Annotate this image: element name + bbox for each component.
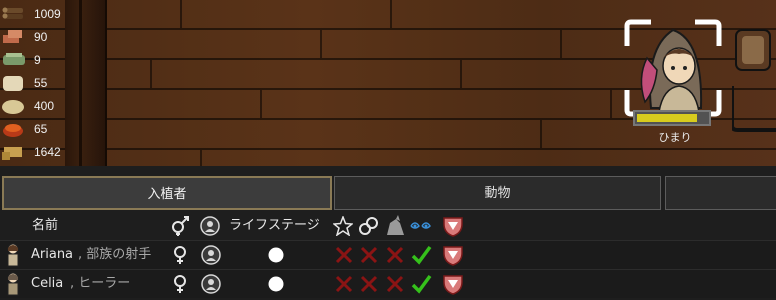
female-icon [172, 245, 188, 269]
eyes-icon[interactable] [410, 218, 432, 238]
rings-icon[interactable] [358, 216, 380, 240]
colonist-avatar[interactable] [5, 243, 21, 271]
resource-count: 65 [34, 121, 48, 136]
cross-icon[interactable] [385, 245, 405, 269]
resource-row[interactable]: 9 [0, 48, 70, 71]
cloth-icon [0, 73, 28, 93]
silver-icon [0, 50, 28, 70]
female-icon [172, 274, 188, 298]
shield-icon[interactable] [442, 244, 464, 270]
steel-icon [0, 27, 28, 47]
main-tab-bar: 入植者 動物 [0, 176, 776, 212]
tab-animals[interactable]: 動物 [334, 176, 661, 210]
star-icon[interactable] [332, 214, 354, 240]
check-icon[interactable] [410, 273, 432, 299]
adult-stage-icon[interactable] [268, 276, 284, 296]
resource-row[interactable]: 1009 [0, 2, 70, 25]
resource-count: 400 [34, 98, 55, 113]
cross-icon[interactable] [359, 274, 379, 298]
pemmican-icon [0, 142, 28, 162]
cross-icon[interactable] [334, 274, 354, 298]
name-column-header[interactable]: 名前 [32, 212, 58, 240]
table-row[interactable]: Celia , ヒーラー [0, 269, 776, 298]
colonist-title: , ヒーラー [70, 276, 131, 291]
tab-colonists[interactable]: 入植者 [2, 176, 332, 210]
animal-bond-icon[interactable] [384, 215, 406, 241]
resource-count: 55 [34, 75, 48, 90]
shield-icon[interactable] [442, 273, 464, 299]
table-row[interactable]: Ariana , 部族の射手 [0, 240, 776, 269]
colonist-title: , 部族の射手 [78, 247, 152, 262]
resource-row[interactable]: 90 [0, 25, 70, 48]
pawn-name-label[interactable]: ひまり [640, 129, 710, 145]
resource-count: 1009 [34, 6, 61, 21]
portrait-icon[interactable] [200, 216, 220, 240]
colonist-avatar[interactable] [5, 272, 21, 300]
resource-row[interactable]: 1642 [0, 140, 70, 163]
cross-icon[interactable] [334, 245, 354, 269]
life-stage-column-header[interactable]: ライフステージ [229, 212, 320, 240]
cross-icon[interactable] [385, 274, 405, 298]
shield-icon[interactable] [442, 215, 464, 241]
resource-count: 9 [34, 52, 41, 67]
check-icon[interactable] [410, 244, 432, 270]
portrait-icon[interactable] [201, 274, 221, 298]
colonist-name[interactable]: Celia [31, 270, 63, 298]
meal-icon [0, 119, 28, 139]
resource-row[interactable]: 400 [0, 94, 70, 117]
tab-third[interactable] [665, 176, 776, 210]
gender-icon[interactable] [170, 216, 190, 240]
rice-icon [0, 96, 28, 116]
colonist-name[interactable]: Ariana [31, 241, 73, 269]
resource-count: 90 [34, 29, 48, 44]
pawn-health-bar [633, 110, 711, 126]
resource-row[interactable]: 65 [0, 117, 70, 140]
resource-row[interactable]: 55 [0, 71, 70, 94]
resource-count: 1642 [34, 144, 61, 159]
adult-stage-icon[interactable] [268, 247, 284, 267]
wooden-stool[interactable] [730, 26, 776, 132]
pawn-health-fill [637, 114, 697, 122]
portrait-icon[interactable] [201, 245, 221, 269]
wood-log-icon [0, 4, 28, 24]
table-header: 名前 ライフステージ [0, 212, 776, 240]
cross-icon[interactable] [359, 245, 379, 269]
wooden-wall [65, 0, 107, 166]
resource-readout: 1009 90 9 55 400 65 1642 [0, 2, 70, 163]
colonist-portrait[interactable] [623, 18, 723, 118]
